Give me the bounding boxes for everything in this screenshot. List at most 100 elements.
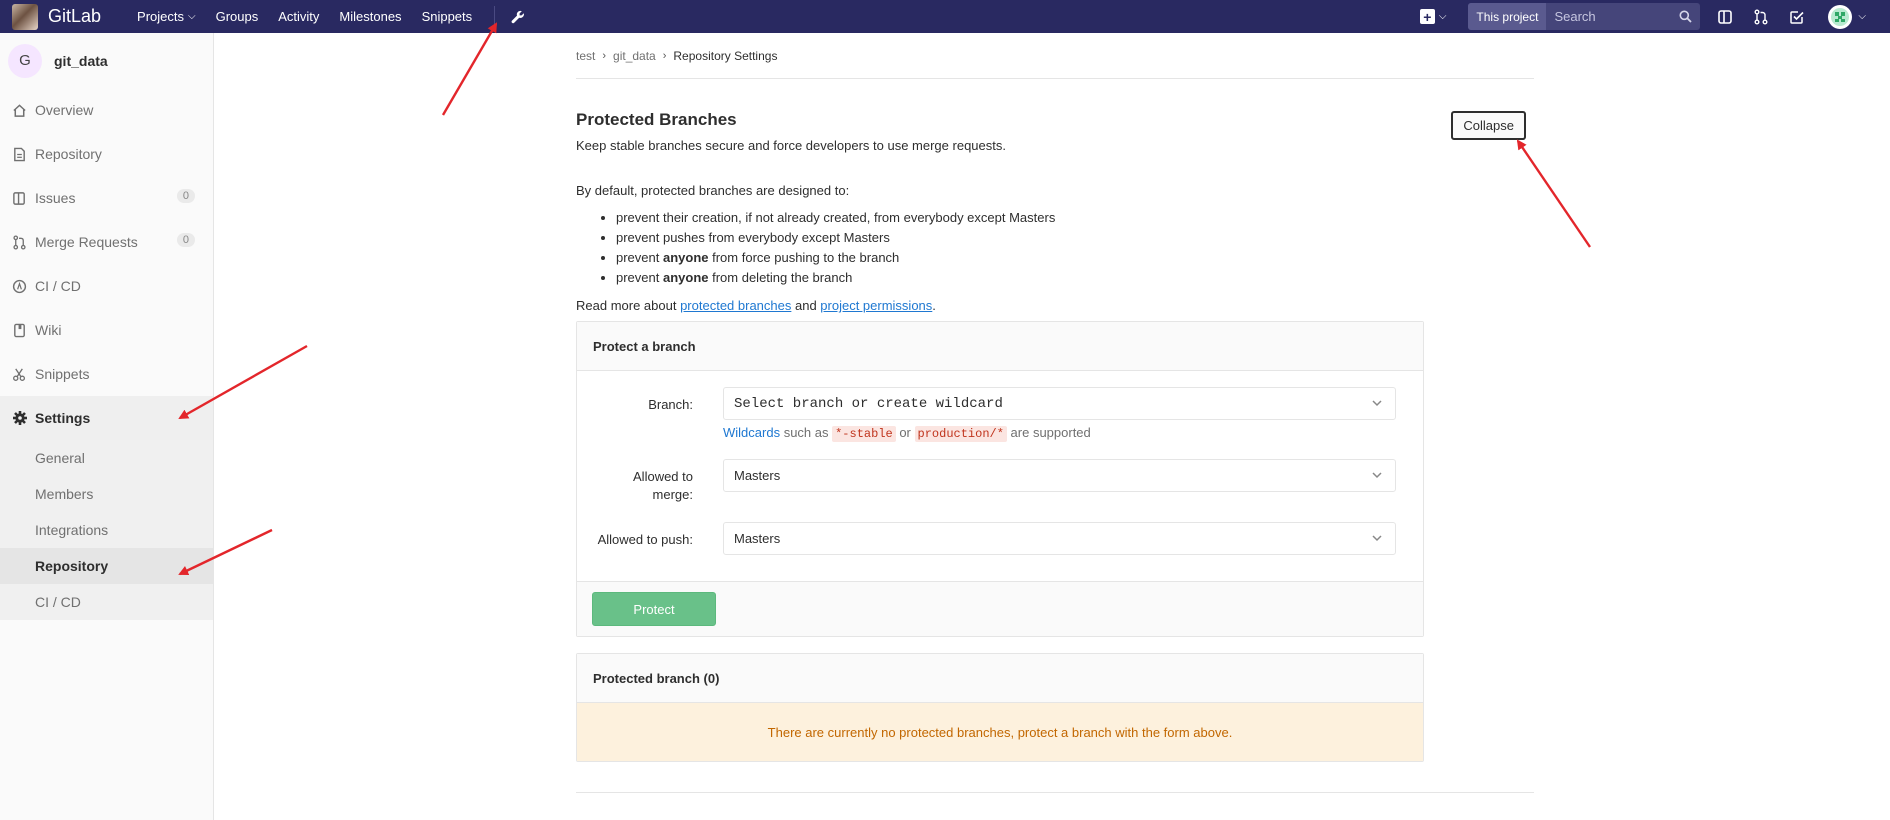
settings-sub-ci-cd[interactable]: CI / CD xyxy=(0,584,213,620)
empty-state-message: There are currently no protected branche… xyxy=(577,703,1423,761)
top-right-tools: + ⌵ This project Search ⌵ xyxy=(1419,0,1890,33)
collapse-button[interactable]: Collapse xyxy=(1451,111,1526,140)
branch-row: Branch: Select branch or create wildcard… xyxy=(593,387,1407,442)
sidebar-item-label: Snippets xyxy=(35,366,90,382)
section-title: Protected Branches xyxy=(576,110,737,129)
list-text: from deleting the branch xyxy=(708,270,853,285)
search-icon[interactable] xyxy=(1679,3,1693,30)
settings-sub-integrations[interactable]: Integrations xyxy=(0,512,213,548)
wildcards-link[interactable]: Wildcards xyxy=(723,425,780,440)
project-name: git_data xyxy=(54,52,108,69)
list-item: prevent their creation, if not already c… xyxy=(616,208,1534,228)
settings-submenu: General Members Integrations Repository … xyxy=(0,440,213,620)
todos-icon[interactable] xyxy=(1786,6,1808,28)
rocket-icon xyxy=(12,279,30,294)
help-text: are supported xyxy=(1006,425,1091,440)
top-navbar: GitLab Projects ⌵ Groups Activity Milesto… xyxy=(0,0,1890,33)
intro-text: By default, protected branches are desig… xyxy=(576,183,850,198)
help-code: production/* xyxy=(914,426,1007,442)
push-label: Allowed to push: xyxy=(597,532,693,547)
user-menu[interactable]: ⌵ xyxy=(1828,4,1866,29)
nav-divider xyxy=(494,5,496,28)
read-more-text: and xyxy=(791,298,821,313)
brand-name[interactable]: GitLab xyxy=(48,6,101,27)
sidebar-item-snippets[interactable]: Snippets xyxy=(0,352,213,396)
chevron-down-icon: ⌵ xyxy=(1438,11,1447,22)
protected-branches-heading: Protected branch (0) xyxy=(577,654,1423,703)
merge-requests-icon[interactable] xyxy=(1750,6,1772,28)
new-dropdown[interactable]: + ⌵ xyxy=(1419,9,1447,24)
main-content: test › git_data › Repository Settings Pr… xyxy=(576,33,1534,793)
nav-snippets[interactable]: Snippets xyxy=(422,9,473,24)
protect-form-footer: Protect xyxy=(577,581,1423,636)
breadcrumb-current[interactable]: Repository Settings xyxy=(673,49,777,63)
branch-select-placeholder: Select branch or create wildcard xyxy=(734,395,1003,412)
sidebar-item-merge-requests[interactable]: Merge Requests 0 xyxy=(0,220,213,264)
protected-branches-panel: Protected branch (0) There are currently… xyxy=(576,653,1424,762)
nav-projects[interactable]: Projects ⌵ xyxy=(137,9,196,24)
nav-groups[interactable]: Groups xyxy=(216,9,259,24)
list-bold: anyone xyxy=(662,270,709,285)
sidebar-item-wiki[interactable]: Wiki xyxy=(0,308,213,352)
list-item: prevent anyone from force pushing to the… xyxy=(616,248,1534,268)
allowed-to-push-select[interactable]: Masters xyxy=(723,522,1396,555)
merge-label: Allowed to merge: xyxy=(633,469,693,502)
search-box: This project xyxy=(1468,3,1701,30)
sidebar-item-label: Repository xyxy=(35,146,102,162)
protect-branch-panel: Protect a branch Branch: Select branch o… xyxy=(576,321,1424,637)
list-bold: anyone xyxy=(662,250,709,265)
chevron-down-icon: ⌵ xyxy=(1858,11,1866,22)
chevron-down-icon: ⌵ xyxy=(188,11,196,22)
user-avatar xyxy=(1828,4,1853,29)
merge-requests-count-badge: 0 xyxy=(176,233,195,247)
help-code: *-stable xyxy=(832,426,896,442)
sidebar-item-overview[interactable]: Overview xyxy=(0,88,213,132)
project-avatar: G xyxy=(8,43,42,78)
protect-button[interactable]: Protect xyxy=(592,592,716,626)
home-icon xyxy=(12,103,30,118)
project-header[interactable]: G git_data xyxy=(0,33,213,88)
list-text: prevent xyxy=(616,270,663,285)
settings-sub-general[interactable]: General xyxy=(0,440,213,476)
settings-sub-members[interactable]: Members xyxy=(0,476,213,512)
search-scope[interactable]: This project xyxy=(1468,3,1547,30)
gitlab-logo[interactable] xyxy=(12,3,38,30)
merge-icon xyxy=(12,234,30,250)
wildcard-help: Wildcards such as *-stable or production… xyxy=(723,425,1396,442)
protect-branch-heading: Protect a branch xyxy=(577,322,1423,371)
read-more: Read more about protected branches and p… xyxy=(576,298,1534,313)
read-more-text: Read more about xyxy=(576,298,681,313)
issues-icon xyxy=(12,191,30,206)
sidebar-item-issues[interactable]: Issues 0 xyxy=(0,176,213,220)
merge-row: Allowed to merge: Masters xyxy=(593,459,1407,504)
chevron-down-icon xyxy=(1371,397,1383,414)
list-item: prevent anyone from deleting the branch xyxy=(616,268,1534,288)
admin-wrench-icon[interactable] xyxy=(511,10,525,24)
project-permissions-link[interactable]: project permissions xyxy=(820,298,932,313)
nav-activity[interactable]: Activity xyxy=(278,9,319,24)
doc-icon xyxy=(12,147,30,162)
project-sidebar: G git_data Overview Repository Issues 0 … xyxy=(0,33,214,820)
sidebar-item-label: Issues xyxy=(35,190,76,206)
allowed-to-merge-select[interactable]: Masters xyxy=(723,459,1396,492)
nav-milestones[interactable]: Milestones xyxy=(339,9,401,24)
chevron-down-icon xyxy=(1371,469,1383,484)
sidebar-item-repository[interactable]: Repository xyxy=(0,132,213,176)
branch-select[interactable]: Select branch or create wildcard xyxy=(723,387,1396,420)
nav-projects-label: Projects xyxy=(137,9,185,24)
settings-sub-repository[interactable]: Repository xyxy=(0,548,213,584)
search-input[interactable] xyxy=(1546,3,1657,30)
issues-count-badge: 0 xyxy=(176,189,195,203)
protected-branches-link[interactable]: protected branches xyxy=(680,298,791,313)
list-text: from force pushing to the branch xyxy=(708,250,900,265)
sidebar-toggle-icon[interactable] xyxy=(1714,6,1736,28)
sidebar-item-settings[interactable]: Settings xyxy=(0,396,213,440)
breadcrumb-git-data[interactable]: git_data xyxy=(613,49,656,63)
sidebar-item-ci-cd[interactable]: CI / CD xyxy=(0,264,213,308)
branch-label: Branch: xyxy=(648,397,693,412)
list-text: prevent xyxy=(616,250,663,265)
sidebar-item-label: Settings xyxy=(35,410,91,426)
section-divider xyxy=(576,792,1534,793)
breadcrumb-test[interactable]: test xyxy=(576,49,595,63)
chevron-right-icon: › xyxy=(662,49,667,62)
